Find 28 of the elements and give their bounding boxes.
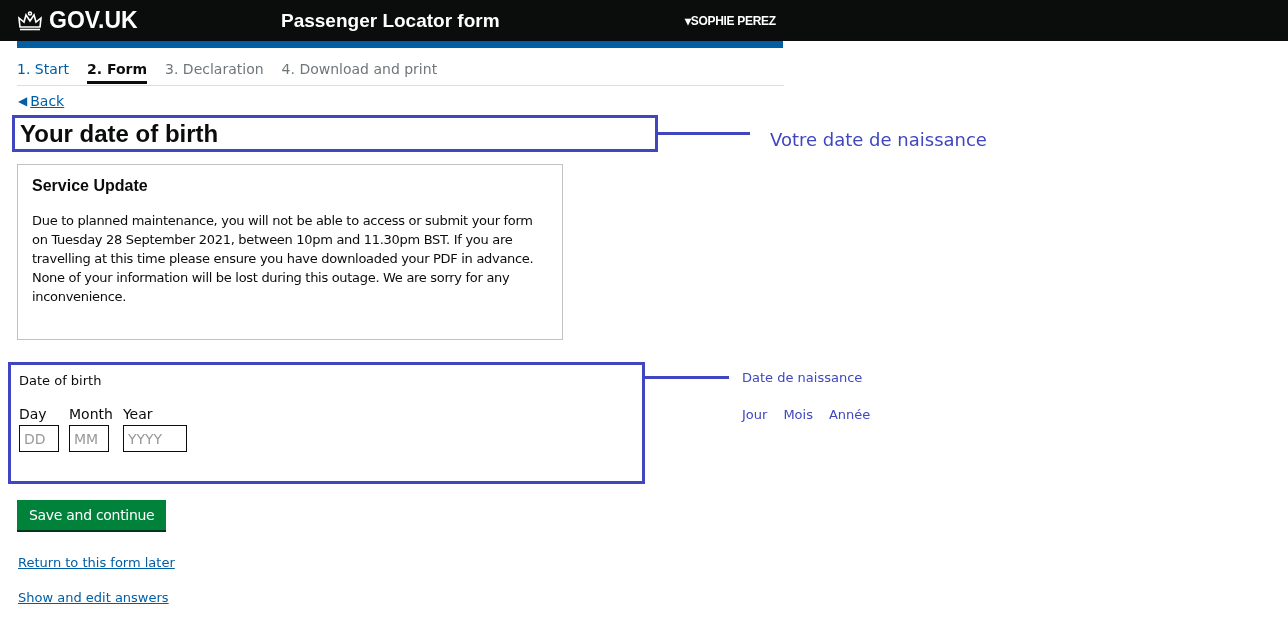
step-tab[interactable]: 2. Form bbox=[87, 61, 148, 84]
translation-note: Votre date de naissance bbox=[770, 129, 987, 150]
notice-title: Service Update bbox=[32, 177, 149, 195]
back-link[interactable]: Back bbox=[30, 93, 65, 109]
notice-text: Due to planned maintenance, you will not be able to access or submit your form on Tuesday 28 September 2021, between 10pm and 11.30pm BST. If you are travelling at this time please ensure you have downloaded your PDF in advance. None of your information will be lost during this outage. We are sorry for any inconvenience. bbox=[32, 212, 535, 306]
field-label: Month bbox=[69, 406, 113, 422]
crown-icon bbox=[17, 10, 43, 31]
translation-note: Date de naissance bbox=[742, 370, 864, 385]
date-input-field[interactable]: YYYY bbox=[122, 425, 187, 452]
step-tab[interactable]: 4. Download and print bbox=[281, 61, 438, 84]
translation-note: Année bbox=[828, 407, 871, 422]
step-tab[interactable]: 3. Declaration bbox=[165, 61, 264, 84]
translation-note: Mois bbox=[783, 407, 813, 422]
site-logo[interactable]: GOV.UK bbox=[49, 7, 138, 34]
text-link[interactable]: Return to this form later bbox=[18, 555, 175, 570]
field-label: Year bbox=[122, 406, 154, 422]
service-title: Passenger Locator form bbox=[281, 9, 501, 32]
field-legend: Date of birth bbox=[19, 373, 634, 388]
step-tab[interactable]: 1. Start bbox=[17, 61, 69, 84]
date-input-field[interactable]: MM bbox=[69, 425, 109, 452]
user-menu[interactable]: ▾SOPHIE PEREZ bbox=[685, 13, 776, 28]
back-arrow-icon: ◀ bbox=[18, 94, 28, 108]
date-input-field[interactable]: DD bbox=[19, 425, 59, 452]
text-link[interactable]: Show and edit answers bbox=[18, 590, 169, 605]
translation-note: Jour bbox=[742, 407, 768, 422]
save-and-continue-button[interactable]: Save and continue bbox=[17, 500, 167, 530]
page-heading: Your date of birth bbox=[12, 115, 658, 152]
field-label: Day bbox=[19, 406, 48, 422]
